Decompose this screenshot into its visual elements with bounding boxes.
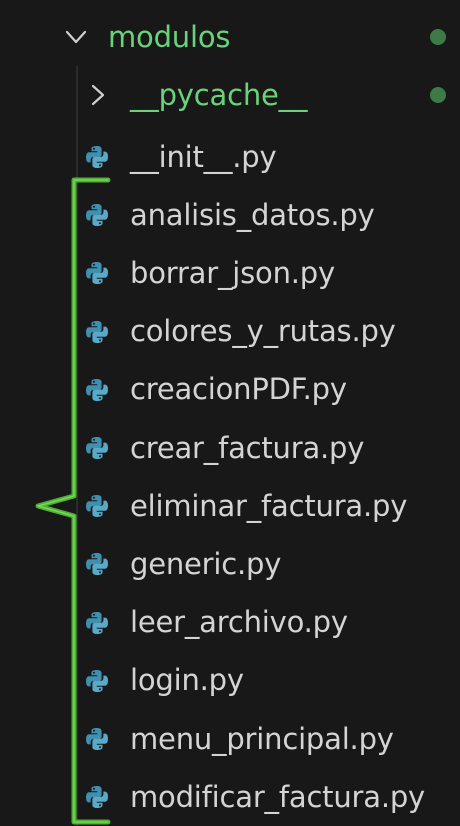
chevron-right-icon <box>84 81 112 109</box>
file-name: generic.py <box>130 546 282 581</box>
python-file-icon <box>84 260 110 286</box>
file-explorer: modulos __pycache__ __init__.py analisis_… <box>0 0 460 826</box>
git-status-dot <box>430 87 446 103</box>
file-row[interactable]: generic.py <box>0 535 460 593</box>
chevron-down-icon <box>62 23 90 51</box>
file-name: __init__.py <box>130 139 277 174</box>
file-row[interactable]: eliminar_factura.py <box>0 477 460 535</box>
folder-name: __pycache__ <box>130 77 308 112</box>
python-file-icon <box>84 551 110 577</box>
python-file-icon <box>84 144 110 170</box>
file-name: login.py <box>130 663 244 698</box>
folder-row-modulos[interactable]: modulos <box>0 8 460 66</box>
python-file-icon <box>84 319 110 345</box>
file-name: crear_factura.py <box>130 430 365 465</box>
file-row[interactable]: login.py <box>0 652 460 710</box>
file-name: analisis_datos.py <box>130 197 375 232</box>
file-name: modificar_factura.py <box>130 779 426 814</box>
file-row[interactable]: menu_principal.py <box>0 710 460 768</box>
file-name: menu_principal.py <box>130 721 394 756</box>
python-file-icon <box>84 202 110 228</box>
git-status-dot <box>430 29 446 45</box>
python-file-icon <box>84 668 110 694</box>
file-row[interactable]: borrar_json.py <box>0 244 460 302</box>
file-row[interactable]: colores_y_rutas.py <box>0 303 460 361</box>
file-name: colores_y_rutas.py <box>130 314 396 349</box>
folder-row-pycache[interactable]: __pycache__ <box>0 66 460 124</box>
python-file-icon <box>84 726 110 752</box>
folder-name: modulos <box>108 19 231 54</box>
file-row[interactable]: crear_factura.py <box>0 419 460 477</box>
file-name: creacionPDF.py <box>130 372 347 407</box>
python-file-icon <box>84 493 110 519</box>
file-row[interactable]: __init__.py <box>0 128 460 186</box>
python-file-icon <box>84 435 110 461</box>
file-row[interactable]: analisis_datos.py <box>0 186 460 244</box>
python-file-icon <box>84 377 110 403</box>
file-row[interactable]: modificar_factura.py <box>0 768 460 826</box>
python-file-icon <box>84 610 110 636</box>
file-name: leer_archivo.py <box>130 605 348 640</box>
file-row[interactable]: creacionPDF.py <box>0 361 460 419</box>
file-row[interactable]: leer_archivo.py <box>0 594 460 652</box>
file-name: eliminar_factura.py <box>130 488 408 523</box>
python-file-icon <box>84 784 110 810</box>
file-name: borrar_json.py <box>130 255 335 290</box>
